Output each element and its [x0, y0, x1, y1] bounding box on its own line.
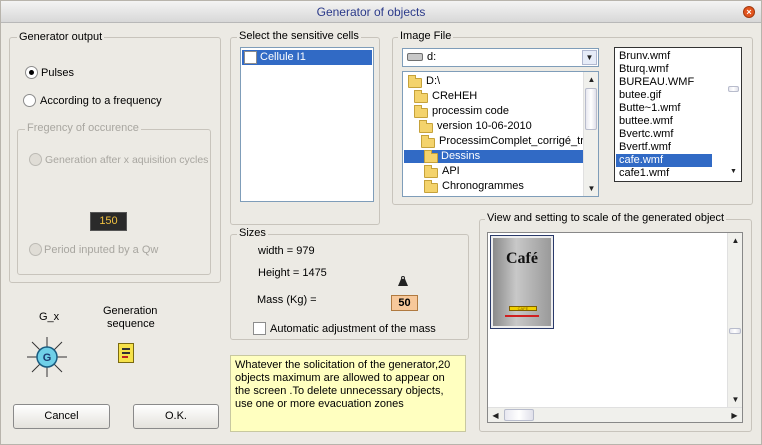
- coffee-can-label: CAFÉ: [509, 306, 537, 311]
- coffee-can-image: Café CAFÉ: [493, 238, 551, 326]
- width-value: width = 979: [258, 245, 315, 257]
- preview-vertical-scrollbar[interactable]: ▲ ▼: [727, 233, 742, 407]
- scroll-up-icon[interactable]: ▲: [584, 72, 598, 87]
- preview-canvas[interactable]: Café CAFÉ ▲ ▼ ◀ ▶: [487, 232, 743, 423]
- file-list[interactable]: Brunv.wmf Bturq.wmf BUREAU.WMF butee.gif…: [614, 47, 742, 182]
- drive-select[interactable]: d: ▼: [402, 48, 599, 67]
- folder-item[interactable]: ProcessimComplet_corrigé_trad: [418, 135, 596, 148]
- preview-horizontal-scrollbar[interactable]: ◀ ▶: [488, 407, 742, 422]
- list-item[interactable]: Cellule I1: [242, 50, 372, 65]
- period-label: Period inputed by a Qw: [44, 244, 159, 256]
- folder-item[interactable]: version 10-06-2010: [416, 120, 532, 133]
- generated-object[interactable]: Café CAFÉ: [490, 235, 554, 329]
- sizes-title: Sizes: [237, 227, 268, 239]
- file-item[interactable]: cafe1.wmf: [616, 167, 669, 180]
- info-note: Whatever the solicitation of the generat…: [230, 355, 466, 432]
- frequency-group-title: Fregency of occurence: [25, 122, 141, 134]
- scroll-down-icon[interactable]: ▼: [726, 164, 741, 179]
- folder-item[interactable]: D:\: [405, 75, 440, 88]
- scroll-down-icon[interactable]: ▼: [728, 392, 743, 407]
- mass-value-display[interactable]: 50: [391, 295, 418, 311]
- ok-button[interactable]: O.K.: [133, 404, 219, 429]
- sensitive-cells-title: Select the sensitive cells: [237, 30, 361, 42]
- folder-item[interactable]: processim code: [411, 105, 509, 118]
- folder-item-selected[interactable]: Dessins: [404, 150, 585, 163]
- generator-window: Generator of objects × Generator output …: [0, 0, 762, 445]
- file-scrollbar[interactable]: ▼: [726, 48, 741, 181]
- height-value: Height = 1475: [258, 267, 327, 279]
- mass-label: Mass (Kg) =: [257, 294, 317, 306]
- drive-icon: [407, 53, 423, 61]
- weight-icon: [397, 276, 409, 286]
- sensitive-cells-list[interactable]: Cellule I1: [240, 47, 374, 202]
- scroll-up-icon[interactable]: ▲: [728, 233, 743, 248]
- scroll-thumb[interactable]: [728, 86, 739, 92]
- folder-item[interactable]: Chronogrammes: [421, 180, 524, 193]
- window-title: Generator of objects: [316, 5, 426, 19]
- frequency-radio[interactable]: [23, 94, 36, 107]
- after-cycles-radio[interactable]: [29, 153, 42, 166]
- generation-sequence-label-2: sequence: [107, 318, 155, 330]
- generation-sequence-label-1: Generation: [103, 305, 158, 317]
- scroll-down-icon[interactable]: ▼: [584, 181, 598, 196]
- file-item[interactable]: Bturq.wmf: [616, 63, 669, 76]
- generator-output-title: Generator output: [17, 31, 105, 43]
- file-item-selected[interactable]: cafe.wmf: [616, 154, 712, 167]
- auto-mass-label: Automatic adjustment of the mass: [270, 323, 436, 335]
- gx-label: G_x: [39, 311, 60, 323]
- folder-scrollbar[interactable]: ▲ ▼: [583, 72, 598, 196]
- file-item[interactable]: BUREAU.WMF: [616, 76, 694, 89]
- file-item[interactable]: Brunv.wmf: [616, 50, 670, 63]
- pulses-label: Pulses: [41, 67, 75, 79]
- scroll-thumb[interactable]: [504, 409, 534, 421]
- folder-item[interactable]: CReHEH: [411, 90, 477, 103]
- image-file-title: Image File: [398, 30, 454, 42]
- file-item[interactable]: butee.gif: [616, 89, 661, 102]
- file-item[interactable]: Bvertf.wmf: [616, 141, 671, 154]
- after-cycles-label: Generation after x aquisition cycles: [45, 154, 209, 166]
- frequency-value-display[interactable]: 150: [90, 212, 127, 231]
- close-icon[interactable]: ×: [743, 6, 755, 18]
- scroll-thumb[interactable]: [585, 88, 597, 130]
- coffee-can-text: Café: [506, 250, 538, 267]
- auto-mass-checkbox[interactable]: [253, 322, 266, 335]
- scroll-thumb[interactable]: [729, 328, 741, 334]
- file-item[interactable]: Bvertc.wmf: [616, 128, 673, 141]
- file-item[interactable]: buttee.wmf: [616, 115, 673, 128]
- pulses-radio[interactable]: [25, 66, 38, 79]
- file-item[interactable]: Butte~1.wmf: [616, 102, 680, 115]
- scroll-left-icon[interactable]: ◀: [488, 408, 503, 423]
- scroll-right-icon[interactable]: ▶: [727, 408, 742, 423]
- cancel-button[interactable]: Cancel: [13, 404, 110, 429]
- folder-tree[interactable]: D:\ CReHEH processim code version 10-06-…: [402, 71, 599, 197]
- title-bar: Generator of objects ×: [1, 1, 761, 23]
- cell-checkbox[interactable]: [244, 51, 257, 64]
- drive-value: d:: [427, 51, 437, 63]
- gx-generator-icon[interactable]: G: [27, 337, 67, 377]
- coffee-can-stripe: [505, 315, 539, 317]
- period-radio[interactable]: [29, 243, 42, 256]
- folder-item[interactable]: API: [421, 165, 460, 178]
- preview-title: View and setting to scale of the generat…: [485, 212, 727, 224]
- svg-text:G: G: [43, 352, 52, 364]
- frequency-label: According to a frequency: [40, 95, 162, 107]
- cell-label: Cellule I1: [260, 51, 306, 63]
- chevron-down-icon[interactable]: ▼: [582, 50, 597, 65]
- generation-sequence-icon[interactable]: [118, 343, 134, 363]
